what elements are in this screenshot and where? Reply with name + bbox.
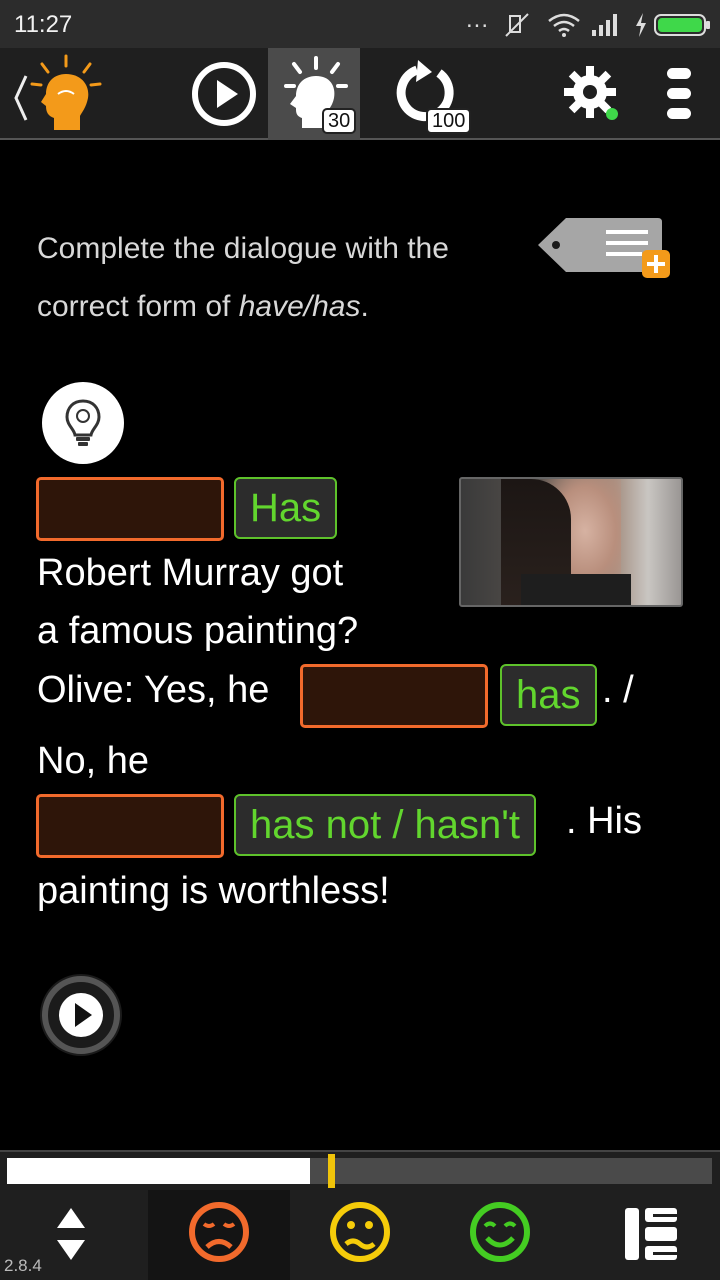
signal-icon: [592, 14, 617, 36]
mute-icon: [505, 13, 529, 37]
answer-input-2[interactable]: [300, 664, 488, 728]
instruction-text: Complete the dialogue with the correct f…: [37, 220, 507, 336]
battery-icon: [654, 14, 710, 36]
hard-rating-button[interactable]: [148, 1190, 290, 1280]
play-button[interactable]: [186, 48, 262, 140]
dialogue-line-4: No, he: [37, 740, 149, 782]
repeat-count: 100: [426, 108, 472, 134]
progress-marker[interactable]: [328, 1154, 335, 1188]
repeat-button[interactable]: 100: [388, 48, 484, 140]
version-label: 2.8.4: [4, 1256, 42, 1275]
scroll-toggle-button[interactable]: 2.8.4: [0, 1190, 148, 1280]
lightbulb-icon: [65, 399, 101, 446]
smile-face-icon: [470, 1202, 530, 1262]
gear-icon: [564, 66, 618, 120]
bottom-bar: 2.8.4: [0, 1190, 720, 1280]
status-dots: ...: [466, 6, 490, 33]
charging-icon: [636, 13, 646, 37]
tag-add-note-icon[interactable]: [536, 214, 672, 280]
medium-rating-button[interactable]: [290, 1190, 430, 1280]
dialogue-line-5: painting is worthless!: [37, 870, 390, 912]
list-icon: [625, 1208, 677, 1260]
hints-count: 30: [322, 108, 357, 134]
toolbar: 30 100: [0, 48, 720, 140]
hints-button[interactable]: 30: [268, 48, 360, 140]
play-circle-icon: [192, 62, 256, 126]
dialogue-line-1: Robert Murray got: [37, 552, 344, 594]
more-vertical-icon: [667, 68, 691, 119]
up-down-arrows-icon: [57, 1208, 85, 1260]
back-button[interactable]: [0, 48, 110, 140]
easy-rating-button[interactable]: [430, 1190, 570, 1280]
answer-chip-1[interactable]: Has: [234, 477, 338, 539]
status-time: 11:27: [14, 11, 73, 38]
dialogue-line-2: a famous painting?: [37, 610, 359, 652]
wifi-icon: [548, 13, 580, 37]
dialogue-photo: [459, 477, 683, 607]
answer-chip-2[interactable]: has: [500, 664, 597, 726]
lightbulb-head-logo: [30, 54, 102, 130]
neutral-face-icon: [330, 1202, 390, 1262]
audio-play-button[interactable]: [40, 974, 122, 1056]
dialogue-punct-2: . His: [566, 800, 642, 842]
play-icon: [42, 976, 120, 1054]
dialogue-punct-1: . /: [602, 669, 634, 711]
status-bar: 11:27 ...: [0, 0, 720, 48]
instruction-end: .: [360, 290, 369, 323]
instruction-italic: have/has: [238, 290, 361, 323]
list-button[interactable]: [570, 1190, 720, 1280]
dialogue-line-3: Olive: Yes, he: [37, 669, 270, 711]
answer-chip-3[interactable]: has not / hasn't: [234, 794, 537, 856]
menu-button[interactable]: [652, 48, 706, 140]
answer-input-1[interactable]: [36, 477, 224, 541]
progress-bar: [0, 1150, 720, 1190]
settings-button[interactable]: [556, 48, 626, 140]
frown-face-icon: [189, 1202, 249, 1262]
answer-input-3[interactable]: [36, 794, 224, 858]
progress-track[interactable]: [7, 1154, 712, 1188]
hint-button[interactable]: [42, 382, 124, 464]
progress-fill: [7, 1158, 310, 1184]
